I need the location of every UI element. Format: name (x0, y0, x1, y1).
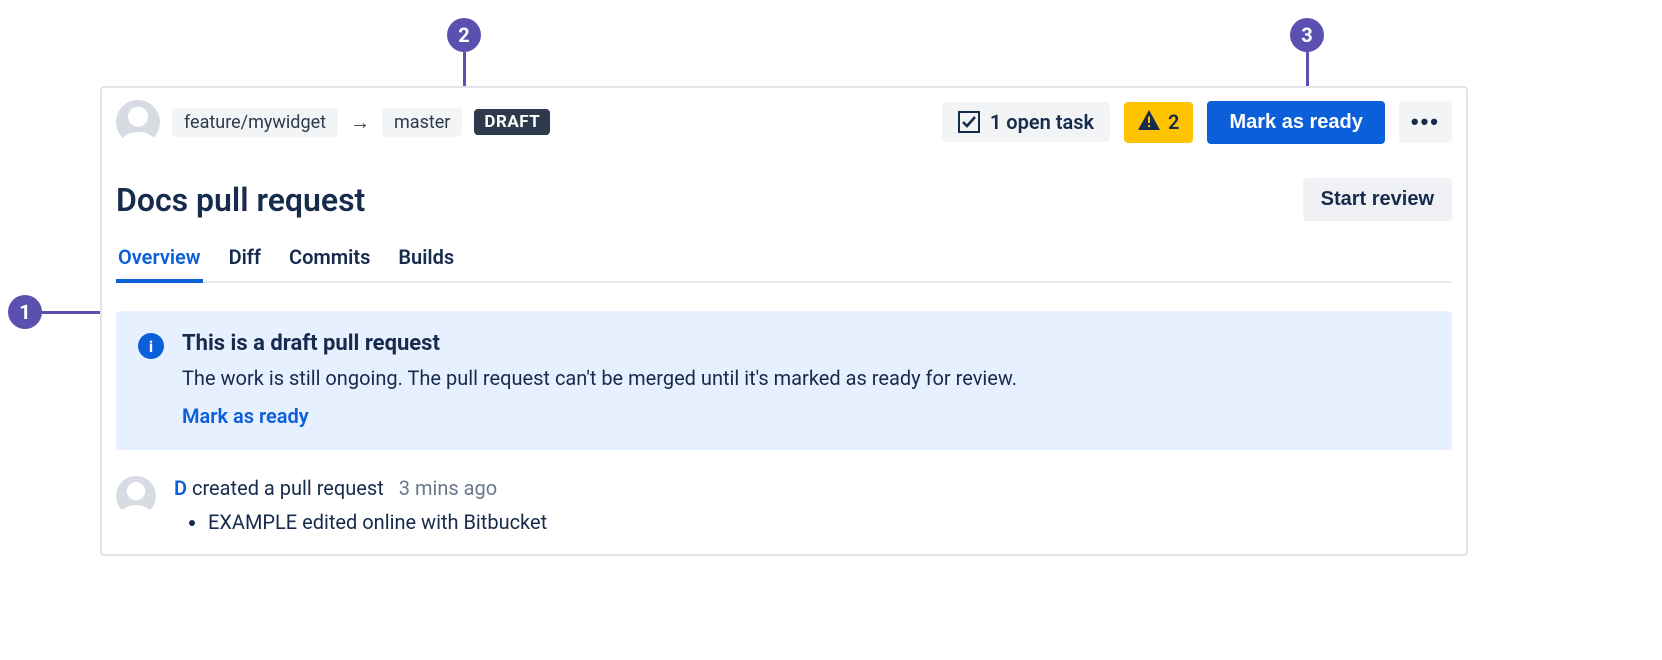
tab-builds[interactable]: Builds (396, 245, 456, 283)
warning-triangle-icon (1138, 110, 1160, 135)
info-icon: i (138, 333, 164, 359)
open-tasks-label: 1 open task (990, 110, 1094, 134)
tab-diff[interactable]: Diff (227, 245, 263, 283)
pr-branch-info: feature/mywidget → master DRAFT (116, 100, 550, 144)
ellipsis-icon: ••• (1411, 111, 1440, 133)
pr-title-row: Docs pull request Start review (116, 178, 1452, 221)
activity-author-link[interactable]: D (174, 476, 187, 500)
banner-content: This is a draft pull request The work is… (182, 331, 1017, 428)
pr-header-actions: 1 open task 2 Mark as ready ••• (942, 101, 1452, 144)
draft-info-banner: i This is a draft pull request The work … (116, 311, 1452, 450)
draft-badge: DRAFT (474, 109, 550, 135)
activity-entry: D created a pull request 3 mins ago EXAM… (116, 476, 1452, 534)
source-branch-chip[interactable]: feature/mywidget (172, 108, 338, 137)
pull-request-card: feature/mywidget → master DRAFT 1 open t… (100, 86, 1468, 556)
arrow-right-icon: → (350, 110, 370, 135)
banner-title: This is a draft pull request (182, 331, 1017, 356)
more-actions-button[interactable]: ••• (1399, 101, 1452, 143)
checkbox-icon (958, 111, 980, 133)
page-title: Docs pull request (116, 181, 365, 219)
callout-circle: 1 (8, 295, 42, 329)
target-branch-chip[interactable]: master (382, 108, 462, 137)
banner-body: The work is still ongoing. The pull requ… (182, 366, 1017, 390)
open-tasks-pill[interactable]: 1 open task (942, 102, 1110, 142)
callout-circle: 2 (447, 18, 481, 52)
activity-commit-item: EXAMPLE edited online with Bitbucket (208, 510, 547, 534)
tab-overview[interactable]: Overview (116, 245, 203, 283)
pr-header: feature/mywidget → master DRAFT 1 open t… (116, 100, 1452, 144)
banner-mark-as-ready-link[interactable]: Mark as ready (182, 404, 309, 428)
activity-text: created a pull request (192, 476, 384, 500)
activity-content: D created a pull request 3 mins ago EXAM… (174, 476, 547, 534)
mark-as-ready-button[interactable]: Mark as ready (1207, 101, 1384, 144)
callout-circle: 3 (1290, 18, 1324, 52)
callout-line (42, 311, 106, 314)
tab-commits[interactable]: Commits (287, 245, 372, 283)
warning-count: 2 (1168, 110, 1179, 134)
activity-commit-list: EXAMPLE edited online with Bitbucket (208, 510, 547, 534)
avatar (116, 100, 160, 144)
activity-summary: D created a pull request 3 mins ago (174, 476, 547, 500)
avatar (116, 476, 156, 516)
activity-time: 3 mins ago (399, 476, 497, 500)
pr-tabs: Overview Diff Commits Builds (116, 243, 1452, 283)
warning-pill[interactable]: 2 (1124, 102, 1193, 143)
start-review-button[interactable]: Start review (1303, 178, 1452, 221)
